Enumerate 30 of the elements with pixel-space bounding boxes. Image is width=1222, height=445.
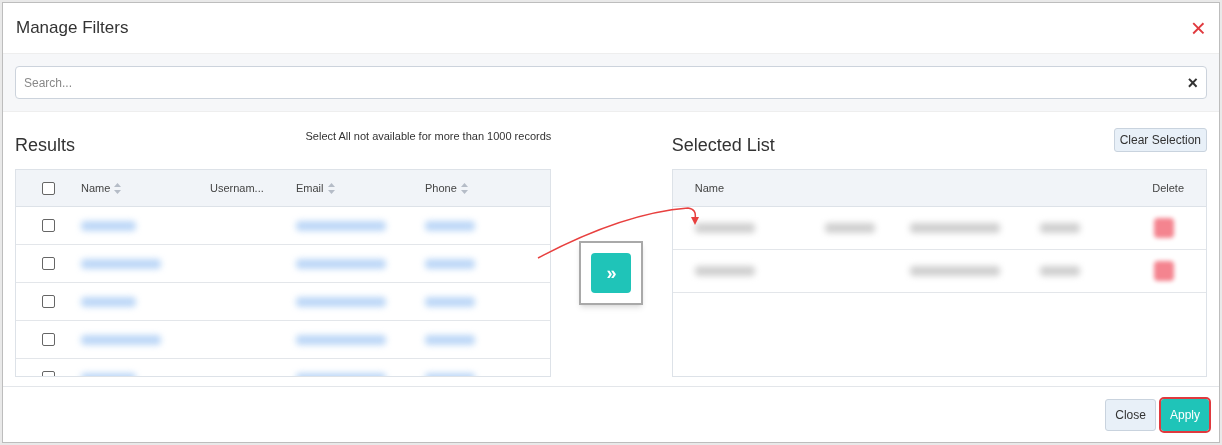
blurred-placeholder bbox=[1039, 266, 1080, 276]
blurred-placeholder bbox=[694, 266, 755, 276]
blurred-placeholder bbox=[425, 220, 475, 231]
column-header: Usernam... bbox=[210, 180, 264, 196]
search-field[interactable]: Search... × bbox=[15, 66, 1207, 99]
blurred-placeholder bbox=[81, 220, 136, 231]
column-header[interactable]: Email bbox=[296, 179, 335, 197]
clear-search-icon[interactable]: × bbox=[1187, 73, 1198, 92]
column-header[interactable]: Name bbox=[81, 179, 122, 197]
checkbox[interactable] bbox=[42, 257, 55, 270]
clear-selection-button[interactable]: Clear Selection bbox=[1113, 128, 1207, 152]
blurred-placeholder bbox=[1039, 223, 1080, 233]
checkbox[interactable] bbox=[42, 219, 55, 232]
dialog-title: Manage Filters bbox=[16, 17, 129, 40]
checkbox[interactable] bbox=[42, 181, 55, 195]
blurred-placeholder bbox=[824, 223, 875, 233]
blurred-placeholder bbox=[425, 258, 475, 269]
checkbox[interactable] bbox=[42, 295, 55, 308]
checkbox[interactable] bbox=[42, 333, 55, 346]
records-note: Select All not available for more than 1000 records bbox=[305, 129, 552, 144]
column-header: Delete bbox=[1152, 180, 1184, 196]
blurred-placeholder bbox=[425, 296, 475, 307]
blurred-placeholder bbox=[425, 334, 475, 345]
blurred-placeholder bbox=[694, 223, 755, 233]
results-heading: Results bbox=[15, 134, 76, 157]
column-header[interactable]: Phone bbox=[425, 179, 468, 197]
column-header: Name bbox=[694, 180, 725, 196]
close-button[interactable]: Close bbox=[1105, 398, 1156, 431]
selected-list-heading: Selected List bbox=[671, 134, 775, 157]
blurred-placeholder bbox=[81, 296, 136, 307]
